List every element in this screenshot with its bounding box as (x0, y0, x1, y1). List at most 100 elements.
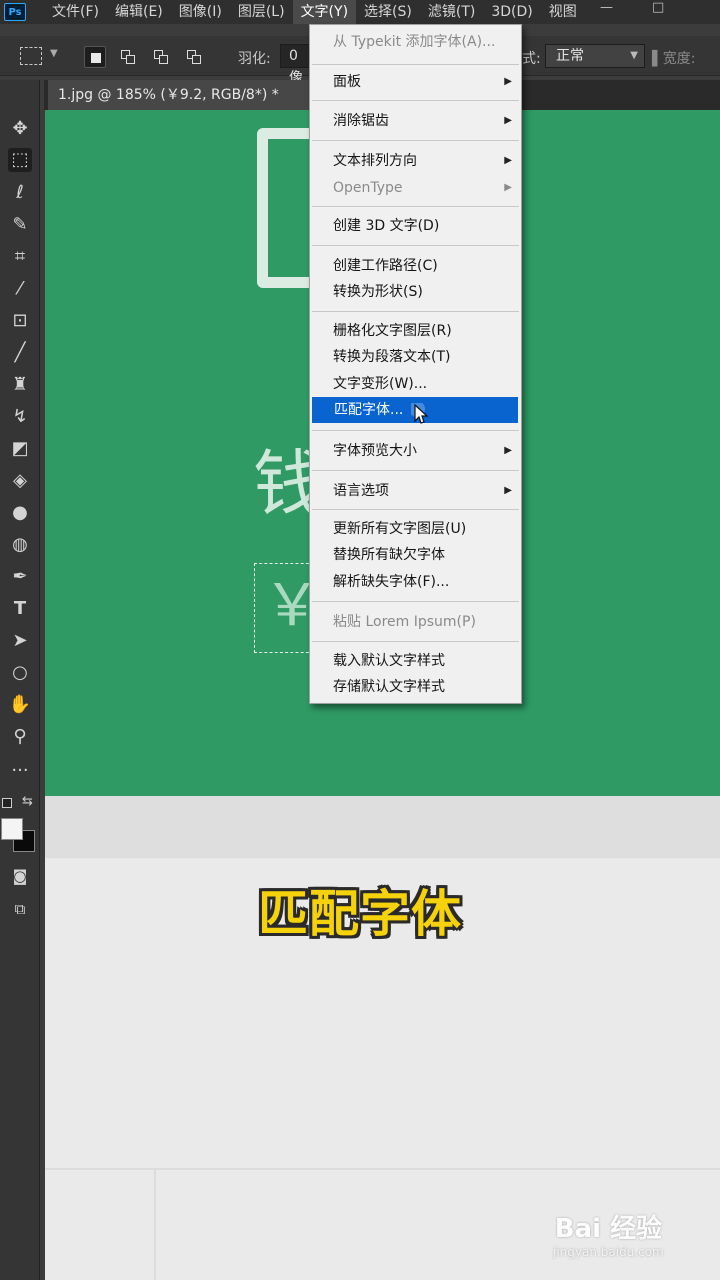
submenu-arrow-icon: ▶ (504, 485, 512, 496)
subtract-from-selection-icon[interactable] (150, 46, 172, 68)
menu-item-label: 语言选项 (333, 483, 389, 499)
menu-separator (312, 641, 519, 642)
default-colors-icon[interactable] (2, 798, 12, 808)
crop-tool-icon[interactable]: ⌗ (8, 245, 32, 269)
zoom-tool-icon[interactable]: ⚲ (8, 725, 32, 749)
menu-item-anti-aliasing[interactable]: 消除锯齿 ▶ (311, 108, 520, 134)
pasteboard-strip (45, 796, 720, 858)
menu-file[interactable]: 文件(F) (44, 0, 107, 24)
submenu-arrow-icon: ▶ (504, 115, 512, 126)
healing-brush-tool-icon[interactable]: ⊡ (8, 309, 32, 333)
menu-item-label: 字体预览大小 (333, 443, 417, 459)
chevron-down-icon[interactable]: ▼ (50, 48, 58, 59)
new-selection-icon[interactable] (84, 46, 106, 68)
menu-item-language-options[interactable]: 语言选项 ▶ (311, 478, 520, 504)
style-label: 式: (522, 51, 541, 67)
style-select[interactable]: 正常 ▼ (545, 44, 645, 68)
tutorial-caption: 匹配字体 (258, 885, 462, 943)
quick-selection-tool-icon[interactable]: ✎ (8, 213, 32, 237)
tools-panel: ✥ ⬚ ℓ ✎ ⌗ ⁄ ⊡ ╱ ♜ ↯ ◩ ◈ ● ◍ ✒ T ➤ ○ ✋ ⚲ … (0, 80, 40, 1280)
menu-item-convert-to-paragraph-text[interactable]: 转换为段落文本(T) (311, 344, 520, 370)
clone-stamp-tool-icon[interactable]: ♜ (8, 373, 32, 397)
type-tool-icon[interactable]: T (8, 597, 32, 621)
screen-mode-icon[interactable]: ⧉ (8, 897, 32, 921)
photoshop-window: Ps 文件(F) 编辑(E) 图像(I) 图层(L) 文字(Y) 选择(S) 滤… (0, 0, 720, 1280)
watermark-logo-text: Bai 经验 (554, 1214, 663, 1244)
menu-type[interactable]: 文字(Y) (292, 0, 357, 24)
lasso-tool-icon[interactable]: ℓ (8, 181, 32, 205)
intersect-selection-icon[interactable] (183, 46, 205, 68)
add-to-selection-icon[interactable] (117, 46, 139, 68)
menu-item-paste-lorem-ipsum: 粘贴 Lorem Ipsum(P) (333, 614, 476, 630)
hand-tool-icon[interactable]: ✋ (8, 693, 32, 717)
menu-select[interactable]: 选择(S) (356, 0, 420, 24)
ellipse-tool-icon[interactable]: ○ (8, 661, 32, 685)
menu-separator (312, 245, 519, 246)
more-tools-icon[interactable]: ··· (8, 759, 32, 783)
pen-tool-icon[interactable]: ✒ (8, 565, 32, 589)
menu-filter[interactable]: 滤镜(T) (420, 0, 483, 24)
eraser-tool-icon[interactable]: ◩ (8, 437, 32, 461)
blur-tool-icon[interactable]: ● (8, 501, 32, 525)
menu-item-panels[interactable]: 面板 ▶ (311, 69, 520, 95)
maximize-icon[interactable]: □ (652, 0, 664, 15)
menu-separator (312, 509, 519, 510)
menu-separator (312, 140, 519, 141)
menu-item-save-default-type-styles[interactable]: 存储默认文字样式 (311, 674, 520, 700)
menu-item-text-orientation[interactable]: 文本排列方向 ▶ (311, 148, 520, 174)
swap-colors-icon[interactable]: ⇆ (22, 794, 33, 809)
submenu-arrow-icon: ▶ (504, 182, 512, 193)
dodge-tool-icon[interactable]: ◍ (8, 533, 32, 557)
minimize-icon[interactable]: — (600, 0, 613, 15)
menu-item-label: 文本排列方向 (333, 153, 417, 169)
paint-bucket-tool-icon[interactable]: ◈ (8, 469, 32, 493)
menu-item-update-all-text-layers[interactable]: 更新所有文字图层(U) (311, 516, 520, 542)
rectangular-marquee-preset-icon[interactable] (20, 47, 42, 65)
feather-label: 羽化: (238, 51, 271, 67)
path-selection-tool-icon[interactable]: ➤ (8, 629, 32, 653)
menu-separator (312, 470, 519, 471)
menu-3d[interactable]: 3D(D) (483, 0, 540, 24)
menu-item-rasterize-type-layer[interactable]: 栅格化文字图层(R) (311, 318, 520, 344)
photoshop-logo: Ps (4, 3, 26, 21)
foreground-color-swatch[interactable] (1, 818, 23, 840)
eyedropper-tool-icon[interactable]: ⁄ (8, 277, 32, 301)
menu-edit[interactable]: 编辑(E) (107, 0, 171, 24)
menu-item-resolve-missing-fonts[interactable]: 解析缺失字体(F)... (311, 569, 520, 595)
menu-item-font-preview-size[interactable]: 字体预览大小 ▶ (311, 438, 520, 464)
history-brush-tool-icon[interactable]: ↯ (8, 405, 32, 429)
menu-item-create-3d-text[interactable]: 创建 3D 文字(D) (311, 213, 520, 239)
style-select-value: 正常 (556, 48, 584, 64)
menu-item-warp-text[interactable]: 文字变形(W)... (311, 371, 520, 397)
menu-view[interactable]: 视图 (541, 0, 585, 24)
baidu-jingyan-watermark: Bai 经验 jingyan.baidu.com (553, 1208, 664, 1259)
menu-item-add-typekit-fonts: 从 Typekit 添加字体(A)... (333, 34, 496, 50)
menu-image[interactable]: 图像(I) (171, 0, 230, 24)
menu-item-label: 消除锯齿 (333, 113, 389, 129)
chevron-down-icon: ▼ (630, 50, 638, 61)
document-tab[interactable]: 1.jpg @ 185% (￥9.2, RGB/8*) * × (48, 80, 348, 110)
brush-tool-icon[interactable]: ╱ (8, 341, 32, 365)
menu-item-replace-all-missing-fonts[interactable]: 替换所有缺欠字体 (311, 542, 520, 568)
divider (45, 1168, 720, 1170)
divider (154, 1170, 156, 1280)
submenu-arrow-icon: ▶ (504, 155, 512, 166)
menu-separator (312, 100, 519, 101)
menu-layer[interactable]: 图层(L) (230, 0, 293, 24)
menu-item-load-default-type-styles[interactable]: 载入默认文字样式 (311, 648, 520, 674)
feather-input[interactable]: 0 像 (280, 44, 312, 86)
quick-mask-icon[interactable]: ◙ (8, 864, 32, 888)
menu-separator (312, 601, 519, 602)
rectangular-marquee-tool-icon[interactable]: ⬚ (8, 148, 32, 172)
watermark-url: jingyan.baidu.com (553, 1245, 664, 1259)
menu-item-convert-to-shape[interactable]: 转换为形状(S) (311, 279, 520, 305)
selection-marquee: ￥ (254, 563, 321, 653)
type-menu-dropdown: 从 Typekit 添加字体(A)... 面板 ▶ 消除锯齿 ▶ 文本排列方向 ▶ O… (309, 24, 522, 704)
document-tab-title: 1.jpg @ 185% (￥9.2, RGB/8*) * (58, 87, 279, 103)
menu-separator (312, 64, 519, 65)
menu-item-label: 面板 (333, 74, 361, 90)
move-tool-icon[interactable]: ✥ (8, 117, 32, 141)
menu-item-create-work-path[interactable]: 创建工作路径(C) (311, 253, 520, 279)
submenu-arrow-icon: ▶ (504, 445, 512, 456)
mouse-pointer-icon (411, 403, 429, 424)
